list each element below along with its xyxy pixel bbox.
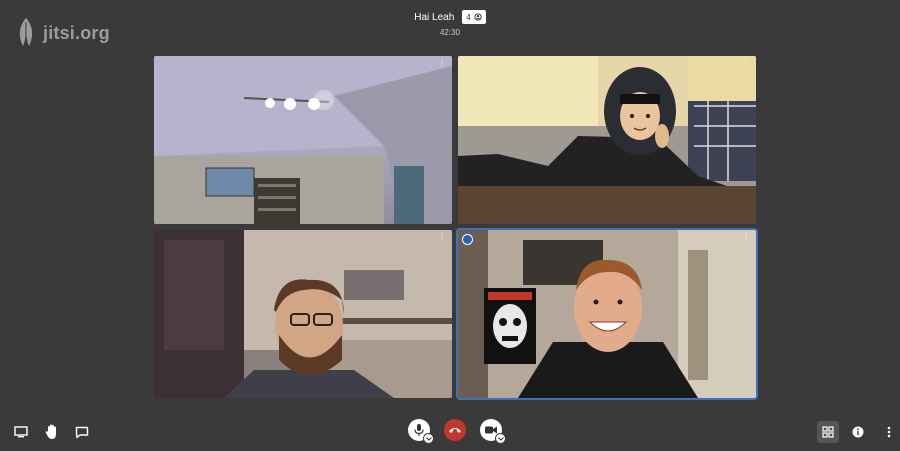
participant-2-frame (458, 56, 756, 224)
more-button[interactable] (883, 425, 895, 439)
tile-more-icon[interactable]: ⋮ (742, 233, 750, 241)
raise-hand-button[interactable] (44, 423, 60, 441)
camera-button[interactable] (480, 419, 506, 444)
info-icon (852, 426, 864, 438)
hangup-icon (449, 428, 461, 433)
microphone-button[interactable] (408, 419, 434, 444)
chat-button[interactable] (74, 424, 90, 440)
participant-4-frame (458, 230, 756, 398)
participants-icon (474, 13, 482, 21)
participant-4-video[interactable]: ⋮ (458, 230, 756, 398)
participant-3-video[interactable]: ⋮ (154, 230, 452, 398)
video-grid: ⋮ ⋮ ⋮ ⋮ (154, 56, 757, 398)
screen-share-button[interactable] (13, 424, 29, 440)
hangup-button[interactable] (444, 419, 466, 441)
raise-hand-icon (45, 424, 56, 439)
meeting-header: Hai Leah 4 42:30 (0, 10, 900, 37)
microphone-options-icon[interactable] (423, 433, 434, 444)
meeting-title: Hai Leah (414, 11, 455, 23)
room-video-frame (154, 56, 452, 224)
bottom-toolbar (0, 415, 900, 451)
participant-1-video[interactable]: ⋮ (154, 56, 452, 224)
participant-3-frame (154, 230, 452, 398)
camera-options-icon[interactable] (495, 433, 506, 444)
active-speaker-indicator (462, 234, 473, 245)
screen-share-icon (14, 426, 28, 438)
participant-count: 4 (466, 12, 471, 22)
more-icon (887, 426, 891, 438)
tile-more-icon[interactable]: ⋮ (438, 233, 446, 241)
participant-count-badge[interactable]: 4 (462, 10, 486, 24)
tile-view-button[interactable] (817, 421, 839, 443)
tile-view-icon (822, 426, 834, 438)
meeting-timer: 42:30 (439, 28, 461, 37)
tile-more-icon[interactable]: ⋮ (438, 59, 446, 67)
info-button[interactable] (851, 425, 865, 439)
chat-icon (75, 426, 89, 438)
tile-more-icon[interactable]: ⋮ (742, 59, 750, 67)
participant-2-video[interactable]: ⋮ (458, 56, 756, 224)
